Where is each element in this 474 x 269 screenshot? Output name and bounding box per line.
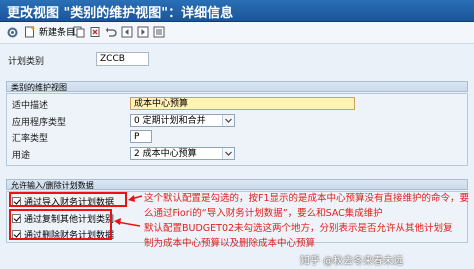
watermark: 知乎 @秋去冬来春未远 <box>300 256 404 267</box>
arrow-to-copy-line <box>116 221 141 227</box>
annotation-line-1: 这个默认配置是勾选的，按F1显示的是成本中心预算没有直接维护的命令，要 <box>144 193 470 204</box>
annotation-line-4: 制为成本中心预算以及删除成本中心预算 <box>144 238 316 249</box>
arrow-to-import-head <box>128 195 135 202</box>
arrow-to-copy-head <box>114 218 121 225</box>
annotation-line-2: 么通过Fiori的“导入财务计划数据”，要么和SAC集成维护 <box>144 208 383 219</box>
annotation-line-3: 默认配置BUDGET02未勾选这两个地方，分别表示是否允许从其他计划复 <box>144 223 453 234</box>
